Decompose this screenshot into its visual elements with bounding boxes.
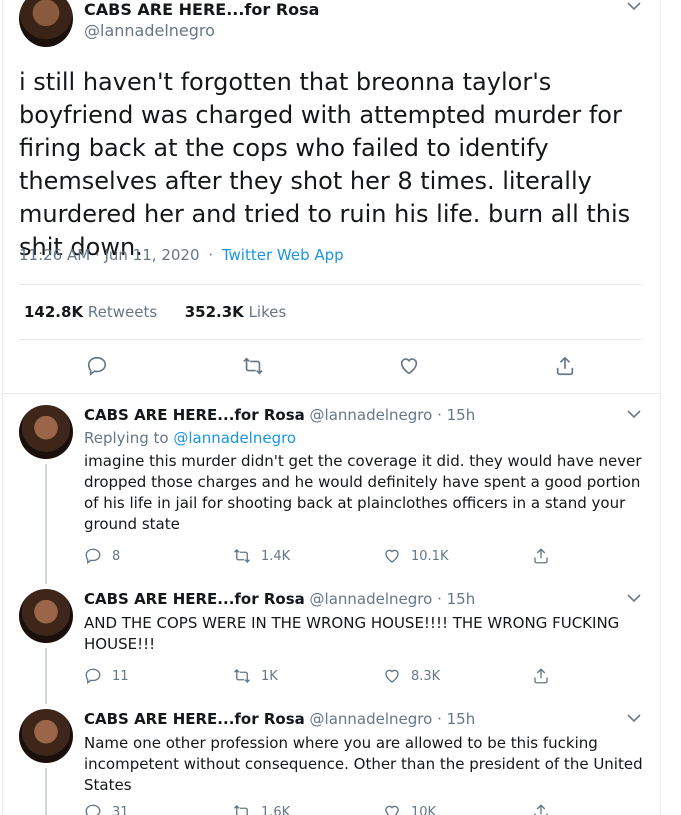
reply-author-name[interactable]: CABS ARE HERE...for Rosa	[84, 710, 305, 728]
share-icon	[534, 668, 548, 684]
share-icon	[534, 548, 548, 564]
retweet-icon	[243, 357, 263, 375]
avatar[interactable]	[19, 589, 73, 643]
like-button[interactable]: 8.3K	[383, 667, 440, 685]
divider	[19, 284, 644, 285]
retweet-button[interactable]: 1.6K	[233, 803, 290, 815]
reply-button[interactable]: 11	[84, 667, 129, 685]
retweet-button[interactable]: 1K	[233, 667, 278, 685]
reply-header: CABS ARE HERE...for Rosa @lannadelnegro …	[84, 710, 475, 728]
reply-text: imagine this murder didn't get the cover…	[84, 452, 642, 533]
replying-to-link[interactable]: @lannadelnegro	[173, 429, 296, 447]
retweets-count: 142.8K	[24, 303, 84, 321]
reply-icon	[85, 804, 101, 815]
thread-line	[45, 768, 47, 815]
tweet-timestamp[interactable]: 11:26 AM · Jun 11, 2020	[19, 246, 200, 264]
reply-time[interactable]: · 15h	[437, 406, 475, 424]
retweet-icon	[234, 549, 250, 563]
chevron-down-icon[interactable]	[627, 592, 641, 607]
reply-icon	[85, 668, 101, 685]
reply-author-name[interactable]: CABS ARE HERE...for Rosa	[84, 590, 305, 608]
like-icon	[385, 805, 399, 815]
reply-icon	[87, 356, 107, 376]
reply-button[interactable]: 8	[84, 547, 120, 565]
reply-count: 31	[112, 804, 129, 815]
like-count: 10K	[411, 804, 437, 815]
meta-dot: ·	[208, 246, 214, 264]
reply-text: AND THE COPS WERE IN THE WRONG HOUSE!!!!…	[84, 614, 620, 653]
divider	[19, 339, 644, 340]
retweets-label: Retweets	[87, 303, 158, 321]
share-icon	[534, 804, 548, 815]
reply-icon	[85, 548, 101, 565]
reply-button[interactable]: 31	[84, 803, 129, 815]
reply-author-handle[interactable]: @lannadelnegro	[310, 406, 433, 424]
tweet-stats: 142.8K Retweets 352.3K Likes	[24, 303, 286, 321]
retweet-button[interactable]	[242, 355, 268, 381]
reply-author-name[interactable]: CABS ARE HERE...for Rosa	[84, 406, 305, 424]
retweets-stat[interactable]: 142.8K Retweets	[24, 303, 157, 321]
retweet-icon	[234, 669, 250, 683]
tweet-meta: 11:26 AM · Jun 11, 2020 · Twitter Web Ap…	[19, 246, 344, 264]
replying-to: Replying to @lannadelnegro	[84, 429, 296, 447]
tweet-source[interactable]: Twitter Web App	[222, 246, 344, 264]
retweet-count: 1.4K	[261, 548, 291, 564]
like-count: 8.3K	[411, 668, 441, 684]
share-button[interactable]	[532, 547, 560, 565]
share-button[interactable]	[532, 803, 560, 815]
reply-header: CABS ARE HERE...for Rosa @lannadelnegro …	[84, 590, 475, 608]
author-handle[interactable]: @lannadelnegro	[84, 21, 215, 40]
reply-author-handle[interactable]: @lannadelnegro	[310, 590, 433, 608]
reply-time[interactable]: · 15h	[437, 590, 475, 608]
avatar[interactable]	[19, 709, 73, 763]
reply-time[interactable]: · 15h	[437, 710, 475, 728]
avatar[interactable]	[19, 405, 73, 459]
retweet-button[interactable]: 1.4K	[233, 547, 290, 565]
like-icon	[385, 669, 399, 683]
replying-prefix: Replying to	[84, 429, 169, 447]
share-icon	[556, 356, 574, 376]
retweet-icon	[234, 805, 248, 815]
tweet-text: i still haven't forgotten that breonna t…	[19, 68, 631, 261]
author-name[interactable]: CABS ARE HERE...for Rosa	[84, 0, 319, 19]
like-button[interactable]: 10.1K	[383, 547, 448, 565]
retweet-count: 1K	[261, 668, 278, 684]
like-icon	[400, 358, 418, 375]
like-icon	[385, 549, 399, 563]
chevron-down-icon[interactable]	[627, 712, 641, 727]
reply-text: Name one other profession where you are …	[84, 734, 643, 794]
likes-count: 352.3K	[184, 303, 244, 321]
like-count: 10.1K	[411, 548, 449, 564]
likes-stat[interactable]: 352.3K Likes	[185, 303, 287, 321]
reply-count: 11	[112, 668, 129, 684]
retweet-count: 1.6K	[261, 804, 291, 815]
chevron-down-icon[interactable]	[627, 408, 641, 423]
thread-line	[45, 648, 47, 704]
share-button[interactable]	[532, 667, 560, 685]
reply-button[interactable]	[86, 355, 112, 381]
reply-count: 8	[112, 548, 121, 564]
reply-author-handle[interactable]: @lannadelnegro	[310, 710, 433, 728]
like-button[interactable]	[398, 355, 424, 381]
thread-line	[45, 464, 47, 584]
share-button[interactable]	[554, 355, 580, 381]
like-button[interactable]: 10K	[383, 803, 436, 815]
reply-header: CABS ARE HERE...for Rosa @lannadelnegro …	[84, 406, 475, 424]
section-separator	[2, 393, 661, 394]
likes-label: Likes	[248, 303, 287, 321]
chevron-down-icon[interactable]	[627, 0, 641, 15]
